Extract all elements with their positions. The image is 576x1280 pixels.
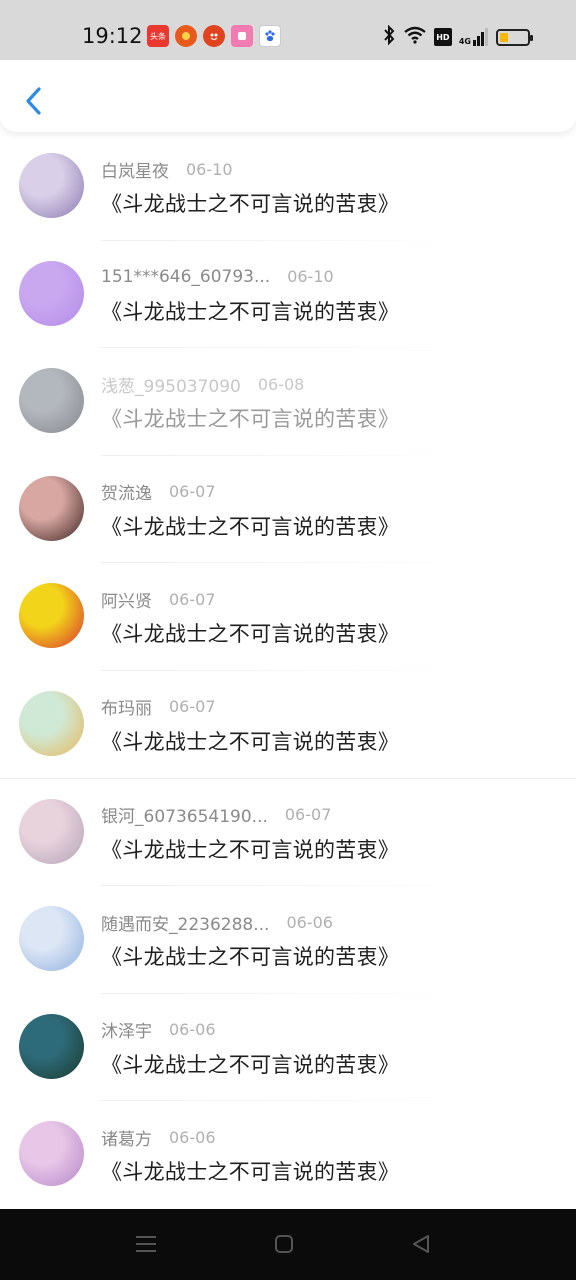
- back-triangle-icon: [413, 1235, 429, 1253]
- username[interactable]: 贺流逸: [101, 479, 152, 504]
- avatar[interactable]: [19, 906, 84, 972]
- back-nav-button[interactable]: [408, 1231, 434, 1257]
- item-title[interactable]: 《斗龙战士之不可言说的苦衷》: [101, 188, 399, 218]
- username[interactable]: 151***646_60793...: [101, 267, 270, 287]
- username[interactable]: 布玛丽: [101, 694, 152, 719]
- status-time: 19:12: [82, 24, 143, 48]
- username[interactable]: 阿兴贤: [101, 587, 152, 612]
- toutiao-app-icon: 头条: [147, 25, 169, 47]
- pink-app-icon: [231, 25, 253, 47]
- username[interactable]: 诸葛方: [101, 1125, 152, 1150]
- baidu-app-icon: [259, 25, 281, 47]
- item-meta: 白岚星夜 06-10: [101, 157, 233, 182]
- menu-icon: [136, 1236, 156, 1252]
- item-meta: 浅葱_995037090 06-08: [101, 372, 305, 397]
- battery-tip: [530, 34, 533, 41]
- username[interactable]: 沐泽宇: [101, 1017, 152, 1042]
- avatar[interactable]: [19, 1121, 84, 1187]
- item-meta: 151***646_60793... 06-10: [101, 265, 334, 289]
- avatar[interactable]: [19, 153, 84, 218]
- avatar[interactable]: [19, 260, 84, 326]
- item-meta: 贺流逸 06-07: [101, 480, 216, 504]
- shopping-app-icon: [175, 25, 197, 47]
- taobao-app-icon: [203, 25, 225, 47]
- username[interactable]: 白岚星夜: [101, 157, 169, 182]
- menu-button[interactable]: [133, 1231, 159, 1257]
- item-meta: 阿兴贤 06-07: [101, 587, 216, 612]
- toutiao-app-icon-label: 头条: [150, 31, 166, 41]
- bluetooth-icon: [382, 24, 396, 49]
- comment-list: 白岚星夜 06-10 《斗龙战士之不可言说的苦衷》 151***646_60793..…: [0, 133, 576, 1209]
- avatar[interactable]: [19, 368, 84, 434]
- avatar[interactable]: [19, 1013, 84, 1079]
- cell-signal-icon: 4G: [459, 28, 489, 46]
- system-nav-bar: [0, 1209, 576, 1280]
- list-item[interactable]: 诸葛方 06-06 《斗龙战士之不可言说的苦衷》: [0, 1101, 576, 1209]
- item-meta: 银河_6073654190... 06-07: [101, 803, 331, 827]
- date: 06-10: [186, 159, 233, 179]
- home-button[interactable]: [271, 1231, 297, 1257]
- app-header: [0, 60, 576, 132]
- system-icons: HD 4G: [382, 24, 533, 49]
- item-title[interactable]: 《斗龙战士之不可言说的苦衷》: [101, 1156, 399, 1186]
- hd-badge: HD: [433, 28, 452, 46]
- avatar[interactable]: [19, 690, 84, 756]
- date: 06-06: [286, 912, 333, 932]
- username[interactable]: 随遇而安_2236288...: [101, 910, 269, 935]
- date: 06-06: [169, 1020, 216, 1040]
- item-title[interactable]: 《斗龙战士之不可言说的苦衷》: [101, 511, 399, 541]
- item-meta: 诸葛方 06-06: [101, 1125, 216, 1150]
- wifi-icon: [403, 26, 427, 48]
- item-meta: 沐泽宇 06-06: [101, 1018, 216, 1042]
- home-icon: [275, 1235, 293, 1253]
- chevron-left-icon: [26, 87, 41, 115]
- list-item[interactable]: 浅葱_995037090 06-08 《斗龙战士之不可言说的苦衷》: [0, 348, 576, 456]
- battery-fill: [500, 32, 508, 42]
- list-item[interactable]: 布玛丽 06-07 《斗龙战士之不可言说的苦衷》: [0, 671, 576, 779]
- date: 06-06: [169, 1127, 216, 1147]
- date: 06-07: [169, 697, 216, 717]
- list-item[interactable]: 阿兴贤 06-07 《斗龙战士之不可言说的苦衷》: [0, 563, 576, 671]
- item-title[interactable]: 《斗龙战士之不可言说的苦衷》: [101, 941, 399, 971]
- username[interactable]: 浅葱_995037090: [101, 372, 241, 397]
- avatar[interactable]: [19, 583, 84, 649]
- status-bar: 19:12 头条 HD 4G: [0, 0, 576, 60]
- list-item[interactable]: 沐泽宇 06-06 《斗龙战士之不可言说的苦衷》: [0, 994, 576, 1102]
- username[interactable]: 银河_6073654190...: [101, 802, 268, 827]
- notification-icons: 头条: [147, 25, 281, 47]
- item-title[interactable]: 《斗龙战士之不可言说的苦衷》: [101, 726, 399, 756]
- back-button[interactable]: [18, 84, 48, 118]
- item-title[interactable]: 《斗龙战士之不可言说的苦衷》: [101, 618, 399, 648]
- list-item[interactable]: 151***646_60793... 06-10 《斗龙战士之不可言说的苦衷》: [0, 241, 576, 349]
- avatar[interactable]: [19, 475, 84, 541]
- date: 06-07: [284, 805, 332, 825]
- list-item[interactable]: 随遇而安_2236288... 06-06 《斗龙战士之不可言说的苦衷》: [0, 886, 576, 994]
- date: 06-08: [257, 374, 305, 394]
- item-title[interactable]: 《斗龙战士之不可言说的苦衷》: [101, 1049, 399, 1079]
- item-title[interactable]: 《斗龙战士之不可言说的苦衷》: [101, 403, 399, 433]
- list-item[interactable]: 银河_6073654190... 06-07 《斗龙战士之不可言说的苦衷》: [0, 779, 576, 887]
- item-meta: 随遇而安_2236288... 06-06: [101, 910, 333, 935]
- item-title[interactable]: 《斗龙战士之不可言说的苦衷》: [101, 296, 399, 326]
- network-label: 4G: [458, 37, 471, 46]
- date: 06-07: [169, 482, 216, 502]
- date: 06-07: [169, 589, 216, 609]
- item-title[interactable]: 《斗龙战士之不可言说的苦衷》: [101, 834, 399, 864]
- list-item[interactable]: 贺流逸 06-07 《斗龙战士之不可言说的苦衷》: [0, 456, 576, 564]
- date: 06-10: [287, 267, 334, 287]
- battery-icon: [496, 28, 533, 46]
- list-item[interactable]: 白岚星夜 06-10 《斗龙战士之不可言说的苦衷》: [0, 133, 576, 241]
- avatar[interactable]: [19, 798, 84, 864]
- item-meta: 布玛丽 06-07: [101, 695, 216, 719]
